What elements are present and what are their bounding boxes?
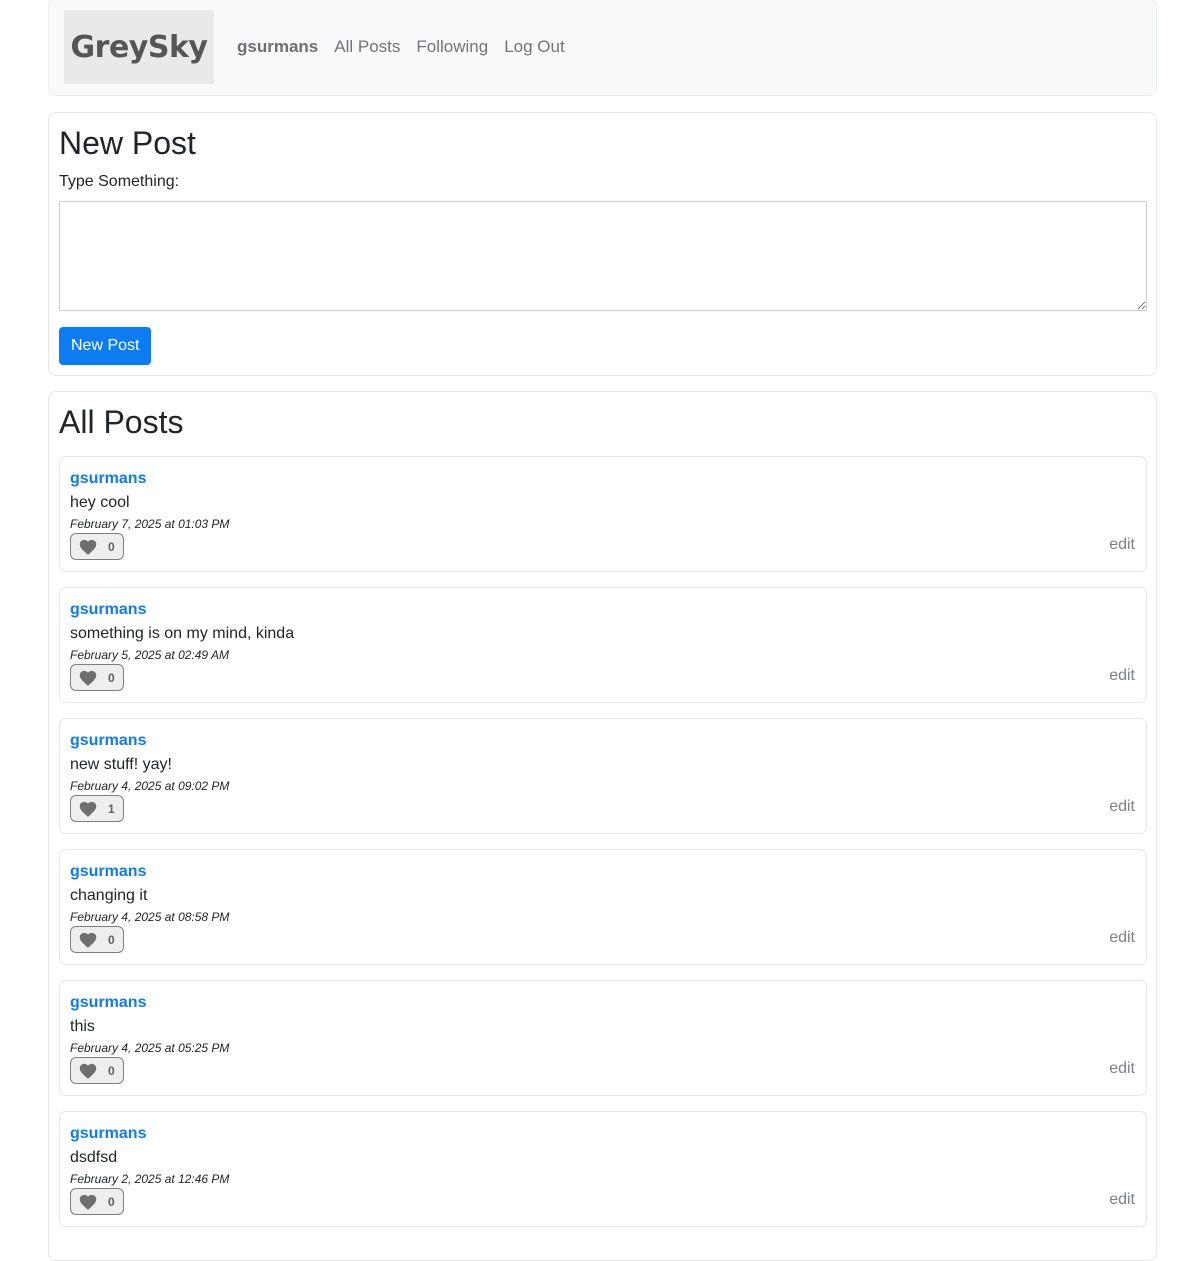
edit-link[interactable]: edit xyxy=(1109,798,1135,816)
nav-links: gsurmans All Posts Following Log Out xyxy=(237,37,565,57)
post-body: new stuff! yay! xyxy=(70,756,172,773)
post-author-link[interactable]: gsurmans xyxy=(70,732,146,750)
nav-all-posts-link[interactable]: All Posts xyxy=(334,37,400,57)
heart-icon xyxy=(79,539,97,555)
post-list: gsurmans hey cool February 7, 2025 at 01… xyxy=(59,456,1147,1242)
like-count: 0 xyxy=(108,932,115,947)
post-body: hey cool xyxy=(70,494,130,511)
post-card: gsurmans hey cool February 7, 2025 at 01… xyxy=(59,456,1147,572)
nav-following-link[interactable]: Following xyxy=(416,37,488,57)
post-author-link[interactable]: gsurmans xyxy=(70,601,146,619)
heart-icon xyxy=(79,1063,97,1079)
post-timestamp: February 2, 2025 at 12:46 PM xyxy=(70,1172,230,1186)
new-post-title: New Post xyxy=(59,125,196,161)
post-author-link[interactable]: gsurmans xyxy=(70,1125,146,1143)
like-button[interactable]: 0 xyxy=(70,1057,124,1084)
post-body: changing it xyxy=(70,887,148,904)
post-card: gsurmans something is on my mind, kinda … xyxy=(59,587,1147,703)
post-body: something is on my mind, kinda xyxy=(70,625,295,642)
like-count: 0 xyxy=(108,670,115,685)
edit-link[interactable]: edit xyxy=(1109,1060,1135,1078)
post-card: gsurmans dsdfsd February 2, 2025 at 12:4… xyxy=(59,1111,1147,1227)
logo[interactable]: GreySky xyxy=(64,10,214,84)
edit-link[interactable]: edit xyxy=(1109,667,1135,685)
post-body: dsdfsd xyxy=(70,1149,118,1166)
like-button[interactable]: 0 xyxy=(70,664,124,691)
edit-link[interactable]: edit xyxy=(1109,536,1135,554)
heart-icon xyxy=(79,1194,97,1210)
new-post-button[interactable]: New Post xyxy=(59,327,152,365)
like-count: 0 xyxy=(108,1194,115,1209)
post-author-link[interactable]: gsurmans xyxy=(70,470,146,488)
post-timestamp: February 4, 2025 at 09:02 PM xyxy=(70,779,230,793)
post-card: gsurmans changing it February 4, 2025 at… xyxy=(59,849,1147,965)
edit-link[interactable]: edit xyxy=(1109,1191,1135,1209)
post-timestamp: February 5, 2025 at 02:49 AM xyxy=(70,648,229,662)
heart-icon xyxy=(79,801,97,817)
new-post-textarea[interactable] xyxy=(59,201,1147,311)
heart-icon xyxy=(79,670,97,686)
post-card: gsurmans this February 4, 2025 at 05:25 … xyxy=(59,980,1147,1096)
new-post-label: Type Something: xyxy=(59,173,180,190)
nav-log-out-link[interactable]: Log Out xyxy=(504,37,565,57)
new-post-card: New Post Type Something: New Post xyxy=(48,112,1157,376)
like-button[interactable]: 0 xyxy=(70,1188,124,1215)
post-author-link[interactable]: gsurmans xyxy=(70,994,146,1012)
like-button[interactable]: 0 xyxy=(70,533,124,560)
post-timestamp: February 4, 2025 at 08:58 PM xyxy=(70,910,230,924)
post-author-link[interactable]: gsurmans xyxy=(70,863,146,881)
like-button[interactable]: 0 xyxy=(70,926,124,953)
all-posts-title: All Posts xyxy=(59,404,184,440)
like-count: 1 xyxy=(108,801,115,816)
post-body: this xyxy=(70,1018,95,1035)
like-count: 0 xyxy=(108,1063,115,1078)
navbar: GreySky gsurmans All Posts Following Log… xyxy=(48,0,1157,96)
like-count: 0 xyxy=(108,539,115,554)
edit-link[interactable]: edit xyxy=(1109,929,1135,947)
like-button[interactable]: 1 xyxy=(70,795,124,822)
nav-username-link[interactable]: gsurmans xyxy=(237,37,318,57)
heart-icon xyxy=(79,932,97,948)
all-posts-card: All Posts gsurmans hey cool February 7, … xyxy=(48,391,1157,1261)
post-timestamp: February 7, 2025 at 01:03 PM xyxy=(70,517,230,531)
post-card: gsurmans new stuff! yay! February 4, 202… xyxy=(59,718,1147,834)
post-timestamp: February 4, 2025 at 05:25 PM xyxy=(70,1041,230,1055)
